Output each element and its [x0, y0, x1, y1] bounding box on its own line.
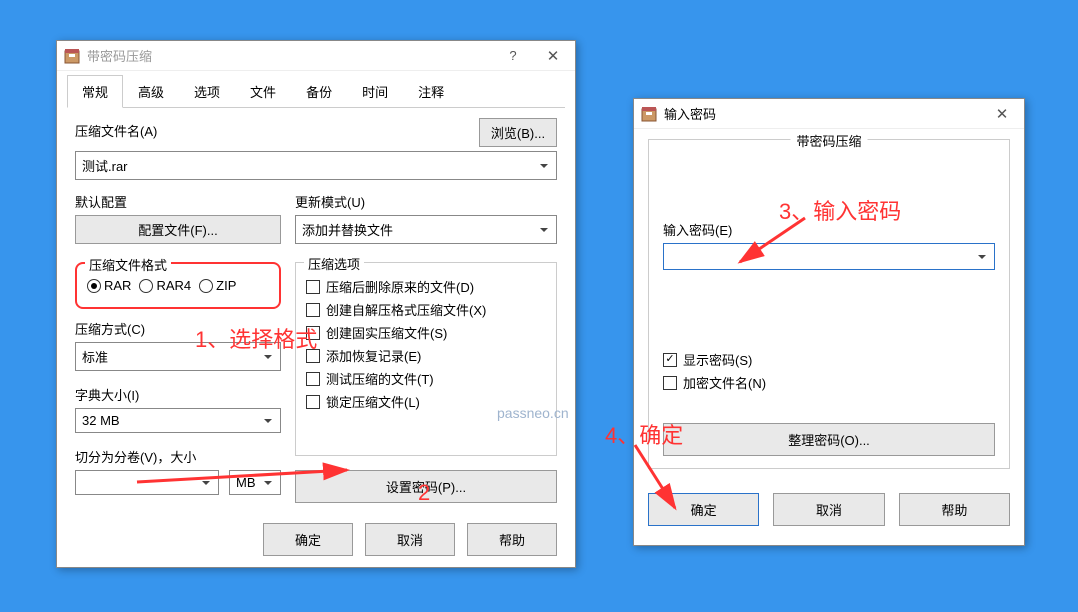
app-icon	[640, 105, 658, 123]
cancel-button[interactable]: 取消	[365, 523, 455, 556]
ok-button[interactable]: 确定	[263, 523, 353, 556]
format-group: 压缩文件格式 RAR RAR4 ZIP	[75, 262, 281, 309]
password-label: 输入密码(E)	[663, 220, 995, 239]
tab-backup[interactable]: 备份	[291, 75, 347, 108]
split-unit-combo[interactable]: MB	[229, 470, 281, 495]
titlebar: 带密码压缩 ? ✕	[57, 41, 575, 71]
help-button[interactable]: 帮助	[899, 493, 1010, 526]
dict-label: 字典大小(I)	[75, 385, 281, 404]
encrypt-names-checkbox[interactable]: 加密文件名(N)	[663, 373, 995, 392]
titlebar: 输入密码 ✕	[634, 99, 1024, 129]
compress-options-group: 压缩选项 压缩后删除原来的文件(D) 创建自解压格式压缩文件(X) 创建固实压缩…	[295, 262, 557, 456]
password-group: 带密码压缩 输入密码(E) 显示密码(S) 加密文件名(N) 整理密码(O)..…	[648, 139, 1010, 469]
opt-sfx[interactable]: 创建自解压格式压缩文件(X)	[306, 300, 546, 319]
password-dialog: 输入密码 ✕ 带密码压缩 输入密码(E) 显示密码(S) 加密文件名(N) 整理…	[633, 98, 1025, 546]
window-title: 输入密码	[664, 104, 982, 123]
password-input[interactable]	[663, 243, 995, 270]
opt-recovery[interactable]: 添加恢复记录(E)	[306, 346, 546, 365]
radio-rar4[interactable]: RAR4	[139, 278, 191, 293]
radio-zip[interactable]: ZIP	[199, 278, 236, 293]
tab-time[interactable]: 时间	[347, 75, 403, 108]
split-size-combo[interactable]	[75, 470, 219, 495]
tab-options[interactable]: 选项	[179, 75, 235, 108]
show-password-checkbox[interactable]: 显示密码(S)	[663, 350, 995, 369]
tab-general[interactable]: 常规	[67, 75, 123, 108]
browse-button[interactable]: 浏览(B)...	[479, 118, 557, 147]
default-profile-label: 默认配置	[75, 192, 281, 211]
set-password-button[interactable]: 设置密码(P)...	[295, 470, 557, 503]
close-icon[interactable]: ✕	[533, 42, 573, 70]
profile-button[interactable]: 配置文件(F)...	[75, 215, 281, 244]
watermark: passneo.cn	[497, 405, 569, 421]
filename-label: 压缩文件名(A)	[75, 121, 157, 140]
app-icon	[63, 47, 81, 65]
opt-delete-after[interactable]: 压缩后删除原来的文件(D)	[306, 277, 546, 296]
group-legend: 带密码压缩	[790, 131, 867, 150]
tab-comment[interactable]: 注释	[403, 75, 459, 108]
opt-test[interactable]: 测试压缩的文件(T)	[306, 369, 546, 388]
opt-solid[interactable]: 创建固实压缩文件(S)	[306, 323, 546, 342]
options-legend: 压缩选项	[304, 254, 364, 273]
method-label: 压缩方式(C)	[75, 319, 281, 338]
method-combo[interactable]: 标准	[75, 342, 281, 371]
split-label: 切分为分卷(V)，大小	[75, 447, 281, 466]
cancel-button[interactable]: 取消	[773, 493, 884, 526]
update-mode-combo[interactable]: 添加并替换文件	[295, 215, 557, 244]
tab-advanced[interactable]: 高级	[123, 75, 179, 108]
help-button[interactable]: 帮助	[467, 523, 557, 556]
format-legend: 压缩文件格式	[85, 255, 171, 274]
dict-combo[interactable]: 32 MB	[75, 408, 281, 433]
window-title: 带密码压缩	[87, 46, 493, 65]
filename-input[interactable]: 测试.rar	[75, 151, 557, 180]
update-mode-label: 更新模式(U)	[295, 192, 557, 211]
archive-dialog: 带密码压缩 ? ✕ 常规 高级 选项 文件 备份 时间 注释 压缩文件名(A) …	[56, 40, 576, 568]
organize-password-button[interactable]: 整理密码(O)...	[663, 423, 995, 456]
close-icon[interactable]: ✕	[982, 100, 1022, 128]
tab-files[interactable]: 文件	[235, 75, 291, 108]
tab-bar: 常规 高级 选项 文件 备份 时间 注释	[67, 75, 565, 108]
ok-button[interactable]: 确定	[648, 493, 759, 526]
radio-rar[interactable]: RAR	[87, 278, 131, 293]
help-icon[interactable]: ?	[493, 42, 533, 70]
